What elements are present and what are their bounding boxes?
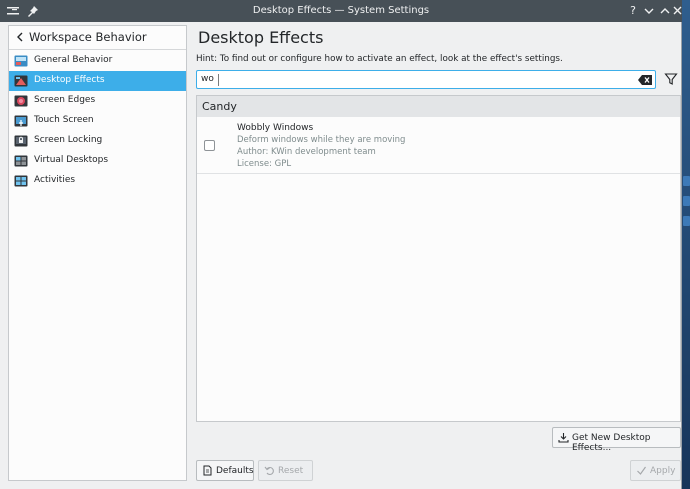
desktop-file-icon[interactable]: [683, 196, 690, 206]
desktop-file-icon[interactable]: [683, 216, 690, 226]
activities-icon: [14, 174, 28, 188]
sidebar-item-screen-edges[interactable]: Screen Edges: [9, 91, 186, 111]
sidebar-item-virtual-desktops[interactable]: Virtual Desktops: [9, 151, 186, 171]
effect-author: Author: KWin development team: [237, 147, 376, 157]
hint-text: Hint: To find out or configure how to ac…: [196, 54, 563, 64]
sidebar: Workspace Behavior General Behavior Desk…: [8, 25, 187, 481]
clear-text-icon[interactable]: [637, 74, 653, 86]
page-title: Desktop Effects: [198, 28, 324, 47]
search-input[interactable]: wo: [196, 70, 656, 89]
title-bar[interactable]: Desktop Effects — System Settings ?: [0, 0, 682, 22]
sidebar-item-label: Activities: [34, 175, 76, 185]
touch-screen-icon: [14, 114, 28, 128]
general-behavior-icon: [14, 54, 28, 68]
reset-button[interactable]: Reset: [258, 460, 313, 481]
sidebar-header[interactable]: Workspace Behavior: [9, 26, 186, 50]
screen-edges-icon: [14, 94, 28, 108]
close-icon[interactable]: [673, 4, 682, 18]
desktop-file-icon[interactable]: [683, 176, 690, 186]
undo-icon: [264, 465, 275, 476]
sidebar-item-label: Virtual Desktops: [34, 155, 109, 165]
sidebar-item-label: Desktop Effects: [34, 75, 105, 85]
effect-row-wobbly-windows[interactable]: Wobbly Windows Deform windows while they…: [197, 118, 680, 174]
download-icon: [558, 432, 569, 443]
system-settings-window: Desktop Effects — System Settings ? Work…: [0, 0, 682, 489]
document-icon: [202, 465, 213, 476]
back-arrow-icon[interactable]: [14, 30, 26, 44]
category-name: Candy: [202, 100, 237, 113]
effect-name: Wobbly Windows: [237, 123, 314, 133]
apply-button[interactable]: Apply: [630, 460, 681, 481]
checkmark-icon: [636, 465, 647, 476]
sidebar-item-general-behavior[interactable]: General Behavior: [9, 51, 186, 71]
defaults-button[interactable]: Defaults: [196, 460, 254, 481]
virtual-desktops-icon: [14, 154, 28, 168]
sidebar-item-desktop-effects[interactable]: Desktop Effects: [9, 71, 186, 91]
reset-label: Reset: [278, 466, 304, 476]
effect-checkbox[interactable]: [204, 140, 215, 151]
screen-locking-icon: [14, 134, 28, 148]
filter-icon[interactable]: [664, 72, 678, 86]
maximize-icon[interactable]: [658, 4, 672, 18]
sidebar-item-activities[interactable]: Activities: [9, 171, 186, 191]
sidebar-title: Workspace Behavior: [29, 30, 147, 44]
sidebar-item-touch-screen[interactable]: Touch Screen: [9, 111, 186, 131]
sidebar-item-label: Screen Edges: [34, 95, 96, 105]
window-title: Desktop Effects — System Settings: [252, 5, 430, 16]
get-new-effects-label: Get New Desktop Effects...: [572, 433, 651, 453]
effect-license: License: GPL: [237, 159, 292, 169]
desktop-effects-icon: [14, 74, 28, 88]
defaults-label: Defaults: [216, 466, 254, 476]
sidebar-item-label: Touch Screen: [34, 115, 94, 125]
search-input-value: wo: [201, 74, 214, 84]
sidebar-item-screen-locking[interactable]: Screen Locking: [9, 131, 186, 151]
get-new-effects-button[interactable]: Get New Desktop Effects...: [552, 427, 681, 453]
minimize-icon[interactable]: [642, 4, 656, 18]
effects-list: Candy Wobbly Windows Deform windows whil…: [196, 95, 681, 422]
apply-label: Apply: [650, 466, 676, 476]
effect-description: Deform windows while they are moving: [237, 135, 406, 145]
text-cursor: [218, 74, 219, 86]
sidebar-item-label: General Behavior: [34, 55, 113, 65]
category-header: Candy: [197, 96, 680, 117]
desktop-background: [682, 0, 690, 489]
sidebar-item-label: Screen Locking: [34, 135, 103, 145]
help-icon[interactable]: ?: [626, 4, 640, 18]
